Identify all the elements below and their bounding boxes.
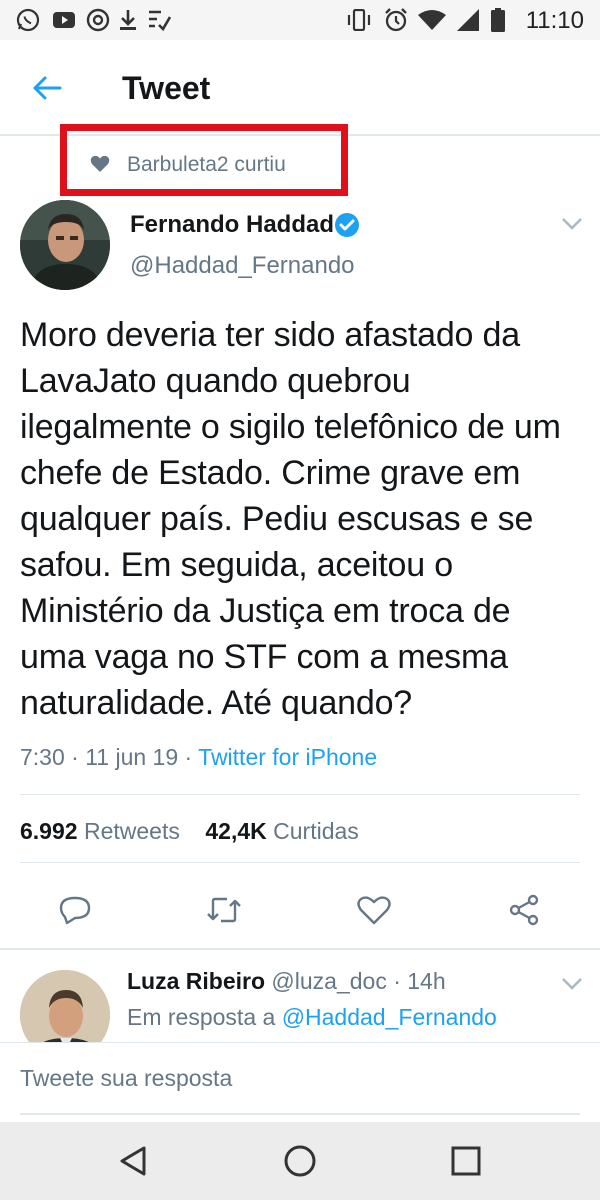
section-separator bbox=[0, 948, 600, 950]
share-button[interactable] bbox=[500, 888, 548, 932]
vibrate-icon bbox=[346, 8, 372, 32]
status-time: 11:10 bbox=[525, 7, 584, 34]
replying-to-prefix: Em resposta a bbox=[127, 1004, 282, 1030]
reply-header: Luza Ribeiro @luza_doc · 14h bbox=[127, 968, 446, 995]
heart-icon bbox=[90, 155, 110, 172]
avatar[interactable] bbox=[20, 200, 110, 290]
reply-button[interactable] bbox=[51, 888, 99, 932]
retweets-stat[interactable]: 6.992 Retweets bbox=[20, 818, 180, 844]
chevron-down-icon[interactable] bbox=[560, 974, 584, 992]
home-circle-icon bbox=[284, 1145, 316, 1177]
reply-input[interactable] bbox=[20, 1043, 580, 1115]
whatsapp-icon bbox=[14, 8, 42, 32]
verified-badge-icon bbox=[335, 213, 359, 237]
nav-home-button[interactable] bbox=[277, 1138, 323, 1184]
author-photo bbox=[20, 200, 110, 290]
reply-author-name[interactable]: Luza Ribeiro bbox=[127, 968, 265, 994]
status-bar: 11:10 bbox=[0, 0, 600, 40]
signal-icon bbox=[454, 8, 482, 32]
divider bbox=[20, 794, 580, 795]
share-icon bbox=[509, 894, 539, 926]
chrome-icon bbox=[84, 8, 112, 32]
like-button[interactable] bbox=[350, 888, 398, 932]
tweet-stats: 6.992 Retweets 42,4K Curtidas bbox=[20, 818, 359, 845]
likes-stat[interactable]: 42,4K Curtidas bbox=[205, 818, 358, 844]
page-title: Tweet bbox=[122, 70, 211, 106]
battery-icon bbox=[488, 8, 508, 32]
likes-count: 42,4K bbox=[205, 818, 267, 844]
reply-icon bbox=[59, 896, 91, 925]
tweet-meta: 7:30 · 11 jun 19 · Twitter for iPhone bbox=[20, 744, 377, 771]
likes-label: Curtidas bbox=[273, 818, 359, 844]
app-header: Tweet bbox=[0, 40, 600, 136]
arrow-left-icon bbox=[33, 76, 62, 100]
tweet-timestamp: 7:30 · 11 jun 19 · bbox=[20, 744, 199, 770]
alarm-icon bbox=[382, 8, 410, 32]
youtube-icon bbox=[50, 8, 78, 32]
liked-by-text[interactable]: Barbuleta2 curtiu bbox=[127, 153, 286, 177]
reply-time: · 14h bbox=[386, 968, 446, 994]
wifi-icon bbox=[416, 8, 448, 32]
recents-square-icon bbox=[451, 1146, 481, 1176]
replying-to-mention[interactable]: @Haddad_Fernando bbox=[282, 1004, 497, 1030]
chevron-down-icon[interactable] bbox=[560, 214, 584, 232]
nav-recents-button[interactable] bbox=[443, 1138, 489, 1184]
back-button[interactable] bbox=[24, 68, 70, 108]
back-triangle-icon bbox=[120, 1146, 146, 1176]
compose-bar bbox=[0, 1042, 600, 1123]
tweet-source-link[interactable]: Twitter for iPhone bbox=[198, 744, 377, 770]
divider bbox=[20, 862, 580, 863]
retweet-button[interactable] bbox=[200, 888, 248, 932]
retweet-icon bbox=[207, 897, 241, 923]
checklist-icon bbox=[146, 8, 172, 32]
nav-back-button[interactable] bbox=[110, 1138, 156, 1184]
download-icon bbox=[116, 8, 140, 32]
like-icon bbox=[357, 896, 391, 925]
replying-to: Em resposta a @Haddad_Fernando bbox=[127, 1004, 497, 1031]
author-handle[interactable]: @Haddad_Fernando bbox=[130, 252, 355, 280]
system-nav-bar bbox=[0, 1122, 600, 1200]
reply-author-handle[interactable]: @luza_doc bbox=[271, 968, 386, 994]
tweet-text: Moro deveria ter sido afastado da LavaJa… bbox=[20, 316, 561, 722]
retweets-label: Retweets bbox=[83, 818, 180, 844]
retweets-count: 6.992 bbox=[20, 818, 78, 844]
author-name[interactable]: Fernando Haddad bbox=[130, 211, 334, 239]
